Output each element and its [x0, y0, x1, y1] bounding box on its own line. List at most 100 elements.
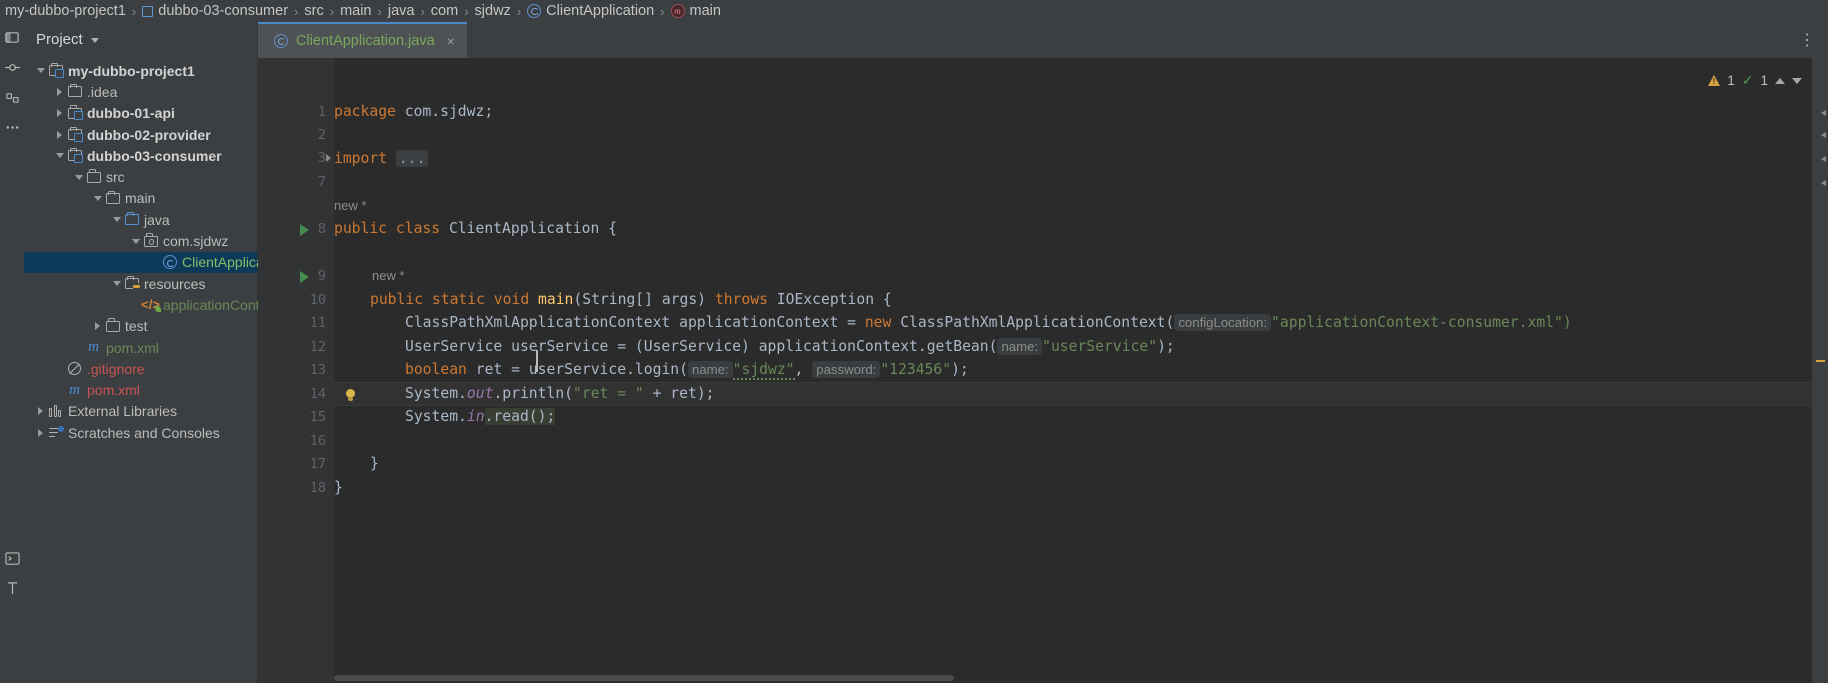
line11-decl: UserService userService = (UserService) … [405, 338, 998, 355]
run-class-gutter-icon[interactable] [300, 224, 309, 236]
tree-item-my-dubbo-project1[interactable]: my-dubbo-project1 [24, 60, 257, 81]
breadcrumb-item-sjdwz[interactable]: sjdwz [474, 3, 512, 19]
twisty-down-icon[interactable] [91, 195, 104, 201]
horizontal-scrollbar[interactable] [334, 673, 1812, 683]
tree-item-label: Scratches and Consoles [68, 424, 220, 441]
brace-close-method: } [370, 455, 379, 472]
twisty-down-icon[interactable] [53, 153, 66, 159]
structure-tool-icon[interactable] [0, 573, 24, 603]
project-tree[interactable]: my-dubbo-project1 .idea dubbo-01-api dub… [24, 56, 369, 443]
breadcrumb-item-class[interactable]: ClientApplication [526, 3, 655, 19]
bookmarks-tool-icon[interactable] [0, 82, 24, 112]
twisty-right-icon[interactable] [34, 428, 47, 437]
breadcrumb-separator: › [420, 3, 425, 19]
param-hint-password: password: [812, 361, 881, 378]
inspection-widget[interactable]: 1 ✓ 1 [1708, 72, 1802, 89]
tree-item-label: .idea [87, 83, 118, 100]
line12-call: ret = userService.login( [466, 361, 688, 378]
tree-item-test[interactable]: test [24, 316, 257, 337]
close-icon[interactable]: × [443, 33, 455, 49]
breadcrumb-separator: › [131, 3, 137, 19]
breadcrumb-item-method[interactable]: m main [670, 3, 722, 19]
commit-tool-icon[interactable] [0, 52, 24, 82]
breadcrumb-label: java [387, 3, 415, 19]
code-line-9: public static void main(String[] args) t… [370, 291, 892, 308]
line12-end: ); [951, 361, 969, 378]
scrollbar-thumb[interactable] [334, 675, 954, 681]
tree-item-pom-xml-root[interactable]: m pom.xml [24, 379, 257, 400]
breadcrumb-item-java[interactable]: java [387, 3, 416, 19]
tree-item-com-sjdwz[interactable]: com.sjdwz [24, 230, 257, 251]
tree-item-main[interactable]: main [24, 188, 257, 209]
breadcrumb-item-project[interactable]: my-dubbo-project1 [4, 3, 127, 19]
code-text[interactable]: package com.sjdwz; import ... new * publ… [334, 58, 1828, 683]
breadcrumb-item-main[interactable]: main [339, 3, 372, 19]
line-number: 17 [309, 456, 326, 472]
breadcrumb-item-src[interactable]: src [303, 3, 324, 19]
breadcrumb-item-com[interactable]: com [430, 3, 459, 19]
editor-gutter[interactable]: 1 2 3 7 8 9 10 11 12 13 14 15 16 17 18 [258, 58, 334, 683]
project-tool-icon[interactable] [0, 22, 24, 52]
chevron-down-icon[interactable] [90, 37, 99, 43]
twisty-right-icon[interactable] [91, 322, 104, 331]
twisty-down-icon[interactable] [129, 238, 142, 244]
check-icon[interactable]: ✓ [1742, 72, 1754, 89]
module-folder-icon [47, 62, 64, 78]
project-panel-header[interactable]: Project [24, 22, 257, 56]
twisty-down-icon[interactable] [72, 174, 85, 180]
tree-item-gitignore[interactable]: .gitignore [24, 358, 257, 379]
tree-item-label: resources [144, 275, 206, 292]
twisty-down-icon[interactable] [34, 68, 47, 74]
tree-item-scratches-and-consoles[interactable]: Scratches and Consoles [24, 422, 257, 443]
source-folder-icon [123, 211, 140, 226]
tree-item-resources[interactable]: resources [24, 273, 257, 294]
previous-problem-icon[interactable] [1775, 77, 1785, 84]
tree-item-applicationcontext-xml[interactable]: </> applicationContext-consumer.xml [24, 294, 369, 315]
tree-item-dubbo-02-provider[interactable]: dubbo-02-provider [24, 124, 257, 145]
twisty-right-icon[interactable] [53, 130, 66, 139]
twisty-right-icon[interactable] [34, 407, 47, 416]
gitignore-icon [66, 362, 83, 376]
code-editor[interactable]: 1 2 3 7 8 9 10 11 12 13 14 15 16 17 18 p… [258, 58, 1828, 683]
tree-item-dubbo-03-consumer[interactable]: dubbo-03-consumer [24, 145, 257, 166]
line12-comma: , [794, 361, 813, 378]
maven-icon: m [69, 381, 80, 398]
folded-imports-placeholder[interactable]: ... [395, 150, 429, 167]
code-line-17: } [334, 476, 343, 500]
twisty-down-icon[interactable] [110, 281, 123, 287]
breadcrumb-label: sjdwz [474, 3, 511, 19]
marker-arrow-icon[interactable] [1821, 110, 1826, 116]
editor-marker-strip[interactable] [1812, 22, 1828, 683]
breadcrumb-label: com [430, 3, 459, 19]
tree-item-clientapplication[interactable]: ClientApplication [24, 251, 286, 273]
resources-folder-icon [123, 275, 140, 290]
tree-item-label: dubbo-03-consumer [87, 147, 222, 164]
warning-triangle-icon[interactable] [1708, 75, 1721, 86]
folder-icon [104, 318, 121, 332]
more-tool-windows-icon[interactable] [0, 112, 24, 142]
tree-item-label: .gitignore [87, 360, 145, 377]
tab-clientapplication-java[interactable]: ClientApplication.java × [258, 22, 467, 58]
next-problem-icon[interactable] [1792, 77, 1802, 84]
java-class-icon [527, 4, 542, 18]
tree-item-dubbo-01-api[interactable]: dubbo-01-api [24, 103, 257, 124]
line13-string: "ret = " [573, 385, 644, 402]
run-method-gutter-icon[interactable] [300, 271, 309, 283]
marker-arrow-icon[interactable] [1821, 180, 1826, 186]
code-line-14: System.in.read(); [334, 405, 556, 429]
twisty-right-icon[interactable] [53, 87, 66, 96]
tree-item-pom-xml-module[interactable]: m pom.xml [24, 337, 257, 358]
tree-item-label: java [144, 211, 170, 228]
marker-arrow-icon[interactable] [1821, 156, 1826, 162]
breadcrumb-item-module[interactable]: dubbo-03-consumer [141, 3, 289, 19]
tree-item-java[interactable]: java [24, 209, 257, 230]
tree-item-external-libraries[interactable]: External Libraries [24, 401, 257, 422]
twisty-down-icon[interactable] [110, 217, 123, 223]
terminal-tool-icon[interactable] [0, 543, 24, 573]
fold-expand-icon[interactable] [326, 154, 331, 162]
marker-arrow-icon[interactable] [1821, 132, 1826, 138]
twisty-right-icon[interactable] [53, 109, 66, 118]
tree-item-src[interactable]: src [24, 166, 257, 187]
warning-marker[interactable] [1816, 360, 1825, 362]
tree-item-idea[interactable]: .idea [24, 81, 257, 102]
